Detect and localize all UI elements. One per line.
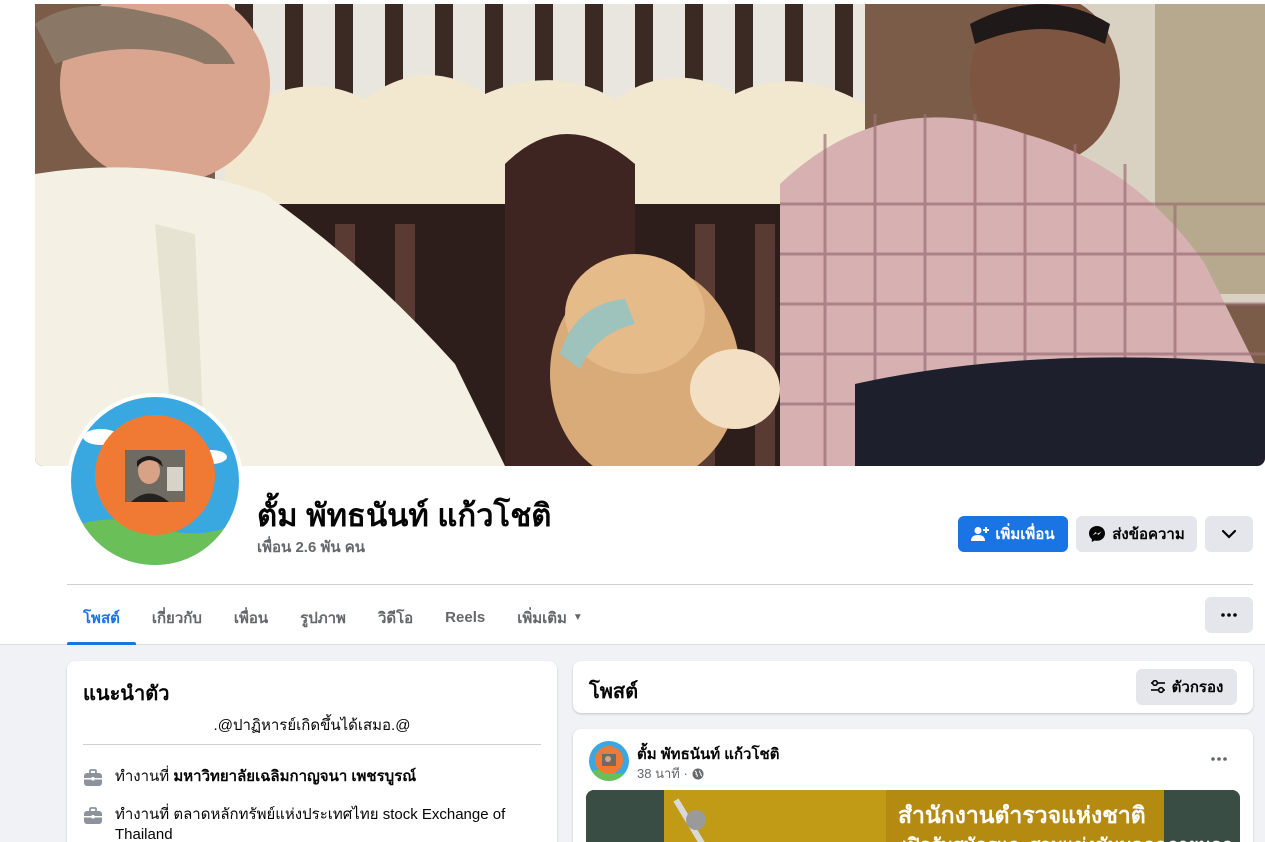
- work-prefix: ทำงานที่: [115, 768, 170, 785]
- tab-videos-label: วิดีโอ: [377, 609, 414, 627]
- tab-about[interactable]: เกี่ยวกับ: [136, 590, 218, 645]
- post-image-subtitle: เปิดรับสมัครและสอบแข่งขันบุคคลภายนอก: [902, 830, 1233, 842]
- tab-photos-label: รูปภาพ: [300, 609, 346, 627]
- chevron-down-icon: [1222, 529, 1236, 539]
- post-image-title: สำนักงานตำรวจแห่งชาติ: [898, 802, 1146, 828]
- caret-down-icon: ▼: [572, 612, 583, 623]
- friend-count[interactable]: เพื่อน 2.6 พัน คน: [257, 535, 365, 559]
- briefcase-icon: [84, 769, 102, 786]
- post-author-avatar[interactable]: [589, 741, 629, 781]
- tab-more-label: เพิ่มเติม: [517, 609, 567, 627]
- message-button[interactable]: ส่งข้อความ: [1076, 516, 1197, 552]
- work-entry: ทำงานที่ ตลาดหลักทรัพย์แห่งประเทศไทย sto…: [83, 805, 541, 842]
- intro-divider: [83, 744, 541, 745]
- posts-title: โพสต์: [589, 681, 639, 703]
- profile-options-button[interactable]: [1205, 516, 1253, 552]
- tab-more[interactable]: เพิ่มเติม ▼: [501, 590, 599, 645]
- profile-header: ตั้ม พัทธนันท์ แก้วโชติ เพื่อน 2.6 พัน ค…: [0, 0, 1265, 645]
- post-card: ตั้ม พัทธนันท์ แก้วโชติ 38 นาที · สำนักง…: [573, 729, 1253, 842]
- intro-title: แนะนำตัว: [83, 683, 170, 705]
- tab-reels-label: Reels: [445, 609, 486, 626]
- tab-friends-label: เพื่อน: [233, 609, 269, 627]
- message-label: ส่งข้อความ: [1112, 526, 1185, 543]
- profile-avatar[interactable]: [67, 393, 243, 569]
- tab-posts[interactable]: โพสต์: [67, 590, 136, 645]
- cover-photo[interactable]: [35, 4, 1265, 466]
- profile-name: ตั้ม พัทธนันท์ แก้วโชติ: [257, 498, 552, 533]
- work-prefix: ทำงานที่: [115, 806, 170, 823]
- tab-reels[interactable]: Reels: [429, 590, 501, 645]
- briefcase-icon: [84, 807, 102, 824]
- filter-label: ตัวกรอง: [1171, 679, 1224, 696]
- messenger-icon: [1089, 526, 1106, 542]
- profile-tabs: โพสต์ เกี่ยวกับ เพื่อน รูปภาพ วิดีโอ Ree…: [67, 590, 599, 645]
- work-place-link[interactable]: มหาวิทยาลัยเฉลิมกาญจนา เพชรบูรณ์: [173, 768, 416, 785]
- tab-posts-label: โพสต์: [83, 609, 120, 627]
- post-image[interactable]: สำนักงานตำรวจแห่งชาติ เปิดรับสมัครและสอบ…: [586, 790, 1240, 842]
- intro-bio: .@ปาฏิหารย์เกิดขึ้นได้เสมอ.@: [213, 717, 411, 734]
- globe-icon: [692, 768, 704, 779]
- more-horizontal-icon: [1211, 757, 1227, 761]
- post-options-button[interactable]: [1201, 745, 1237, 773]
- work-entry: ทำงานที่ มหาวิทยาลัยเฉลิมกาญจนา เพชรบูรณ…: [83, 767, 541, 788]
- add-friend-label: เพิ่มเพื่อน: [995, 526, 1055, 543]
- header-divider: [67, 584, 1253, 585]
- add-friend-button[interactable]: เพิ่มเพื่อน: [958, 516, 1068, 552]
- more-horizontal-icon: [1221, 613, 1237, 617]
- add-friend-icon: [971, 527, 990, 541]
- tabs-overflow-button[interactable]: [1205, 597, 1253, 633]
- tab-photos[interactable]: รูปภาพ: [284, 590, 362, 645]
- tab-friends[interactable]: เพื่อน: [218, 590, 284, 645]
- work-place-text: ตลาดหลักทรัพย์แห่งประเทศไทย stock Exchan…: [115, 806, 506, 842]
- filter-sliders-icon: [1150, 680, 1165, 694]
- posts-header-card: โพสต์ ตัวกรอง: [573, 661, 1253, 713]
- post-time[interactable]: 38 นาที ·: [637, 763, 688, 784]
- filter-button[interactable]: ตัวกรอง: [1136, 669, 1237, 705]
- tab-about-label: เกี่ยวกับ: [151, 609, 202, 627]
- post-meta: 38 นาที ·: [637, 763, 704, 784]
- intro-card: แนะนำตัว .@ปาฏิหารย์เกิดขึ้นได้เสมอ.@ ทำ…: [67, 661, 557, 842]
- tab-videos[interactable]: วิดีโอ: [362, 590, 429, 645]
